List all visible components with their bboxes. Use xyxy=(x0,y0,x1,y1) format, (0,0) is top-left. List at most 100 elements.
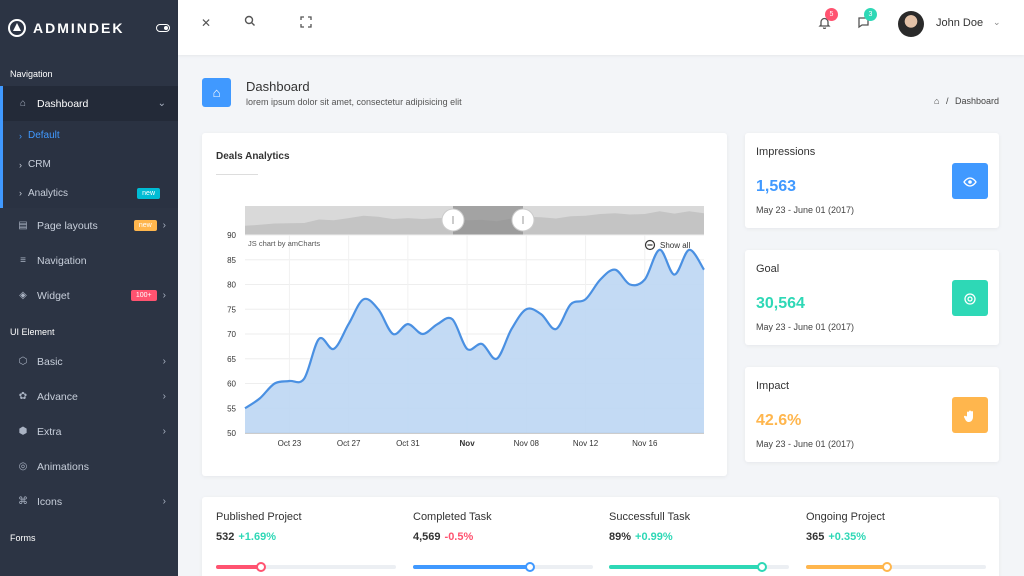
chevron-right-icon: › xyxy=(162,496,166,507)
logo-icon xyxy=(8,18,26,37)
gift-icon: ✿ xyxy=(18,390,28,402)
progress-bar xyxy=(216,562,396,572)
count-badge: 100+ xyxy=(130,290,157,301)
bottom-stat-change: -0.5% xyxy=(444,531,474,543)
progress-knob[interactable] xyxy=(882,562,892,572)
sidebar-item-label: Animations xyxy=(37,460,89,473)
submenu-label: Analytics xyxy=(28,188,69,199)
bottom-stat-value: 89% xyxy=(609,531,632,543)
chevron-down-icon[interactable]: ⌄ xyxy=(993,17,1001,28)
stat-card-impact: Impact 42.6% May 23 - June 01 (2017) xyxy=(745,367,999,462)
package-icon: ⬢ xyxy=(18,425,28,437)
bottom-stat-value: 532 xyxy=(216,531,235,543)
breadcrumb-current[interactable]: Dashboard xyxy=(955,96,999,106)
submenu-item-default[interactable]: › Default xyxy=(3,121,178,150)
deals-chart[interactable]: 50 55 60 65 70 75 80 85 90 Oct 23 Oct 27 Oct 31 Nov N… xyxy=(202,133,727,476)
user-name[interactable]: John Doe xyxy=(936,17,983,29)
sidebar-item-page-layouts[interactable]: ▤ Page layouts new › xyxy=(0,208,178,243)
bottom-stat-label: Ongoing Project xyxy=(806,511,885,523)
avatar[interactable] xyxy=(898,11,924,37)
layers-icon: ◈ xyxy=(19,289,27,301)
show-all-button[interactable]: Show all xyxy=(660,241,690,250)
progress-fill xyxy=(609,565,762,569)
bottom-stat: Successfull Task 89% +0.99% xyxy=(609,511,789,572)
message-badge: 3 xyxy=(864,8,877,21)
sidebar-item-label: Dashboard xyxy=(37,97,89,110)
home-icon[interactable]: ⌂ xyxy=(934,96,939,106)
chevron-right-icon: › xyxy=(162,356,166,367)
sidebar-item-label: Icons xyxy=(37,495,63,508)
bottom-stat-label: Successfull Task xyxy=(609,511,691,523)
bottom-stat: Published Project 532 +1.69% xyxy=(216,511,396,572)
chevron-right-icon: › xyxy=(19,130,22,141)
chevron-right-icon: › xyxy=(162,290,166,301)
chevron-right-icon: › xyxy=(162,391,166,402)
breadcrumb-separator: / xyxy=(945,96,949,106)
bottom-stat-change: +0.35% xyxy=(828,531,866,543)
sidebar-item-extra[interactable]: ⬢ Extra › xyxy=(0,414,178,449)
y-tick-label: 50 xyxy=(227,429,236,438)
sidebar-item-navigation[interactable]: ≡ Navigation xyxy=(0,243,178,278)
x-tick-label: Nov 08 xyxy=(514,439,540,448)
progress-knob[interactable] xyxy=(524,562,535,572)
sidebar-item-dashboard[interactable]: ⌂ Dashboard ⌄ xyxy=(0,86,178,121)
submenu-item-crm[interactable]: › CRM xyxy=(3,150,178,179)
home-icon: ⌂ xyxy=(202,78,231,107)
progress-bar xyxy=(806,562,986,572)
sidebar-item-basic[interactable]: ⬡ Basic › xyxy=(0,344,178,379)
bottom-stat-label: Completed Task xyxy=(413,511,492,523)
eye-icon[interactable] xyxy=(952,163,988,199)
stat-value: 42.6% xyxy=(756,412,802,429)
page-title: Dashboard xyxy=(246,79,310,94)
layout-icon: ▤ xyxy=(18,219,28,231)
progress-bar xyxy=(609,562,789,572)
aperture-icon: ◎ xyxy=(18,460,28,472)
progress-knob[interactable] xyxy=(256,562,266,572)
sidebar-item-advance[interactable]: ✿ Advance › xyxy=(0,379,178,414)
bottom-stat-change: +1.69% xyxy=(238,531,276,543)
sidebar-item-label: Basic xyxy=(37,355,63,368)
progress-knob[interactable] xyxy=(757,562,767,572)
stat-date: May 23 - June 01 (2017) xyxy=(756,205,855,215)
stat-value: 1,563 xyxy=(756,178,797,195)
submenu-item-analytics[interactable]: › Analytics new xyxy=(3,179,178,208)
stat-date: May 23 - June 01 (2017) xyxy=(756,439,855,449)
y-tick-label: 65 xyxy=(227,355,236,364)
breadcrumb: ⌂ / Dashboard xyxy=(934,96,999,106)
nav-caption-navigation: Navigation xyxy=(10,69,53,79)
bottom-stat-change: +0.99% xyxy=(635,531,673,543)
project-stats-card: Published Project 532 +1.69% Completed Ta… xyxy=(202,497,999,576)
y-tick-label: 90 xyxy=(227,231,236,240)
stat-label: Impressions xyxy=(756,146,816,158)
x-tick-label: Oct 31 xyxy=(396,439,420,448)
bottom-stat: Ongoing Project 365 +0.35% xyxy=(806,511,986,572)
chevron-right-icon: › xyxy=(19,159,22,170)
y-tick-label: 85 xyxy=(227,256,236,265)
close-icon[interactable]: ✕ xyxy=(201,16,211,30)
search-icon[interactable] xyxy=(244,15,256,30)
y-tick-label: 70 xyxy=(227,330,236,339)
progress-fill xyxy=(216,565,261,569)
stat-label: Impact xyxy=(756,380,790,392)
sidebar-item-label: Advance xyxy=(37,390,78,403)
hand-icon[interactable] xyxy=(952,397,988,433)
x-tick-label: Oct 27 xyxy=(337,439,361,448)
target-icon[interactable] xyxy=(952,280,988,316)
nav-caption-ui-element: UI Element xyxy=(10,327,55,337)
progress-bar xyxy=(413,562,593,572)
bottom-stat-label: Published Project xyxy=(216,511,302,523)
sidebar-item-icons[interactable]: ⌘ Icons › xyxy=(0,484,178,519)
x-tick-label: Nov 16 xyxy=(632,439,658,448)
sidebar-toggle-icon[interactable] xyxy=(156,23,170,32)
y-tick-label: 55 xyxy=(227,404,236,413)
sidebar-item-animations[interactable]: ◎ Animations xyxy=(0,449,178,484)
chevron-down-icon: ⌄ xyxy=(157,98,166,109)
sidebar-item-widget[interactable]: ◈ Widget 100+ › xyxy=(0,278,178,313)
page-subtitle: lorem ipsum dolor sit amet, consectetur … xyxy=(246,97,462,107)
fullscreen-icon[interactable] xyxy=(300,16,312,31)
x-tick-label: Oct 23 xyxy=(278,439,302,448)
chevron-right-icon: › xyxy=(19,188,22,198)
y-tick-label: 75 xyxy=(227,305,236,314)
box-icon: ⬡ xyxy=(18,355,28,367)
x-tick-label: Nov xyxy=(460,439,476,448)
